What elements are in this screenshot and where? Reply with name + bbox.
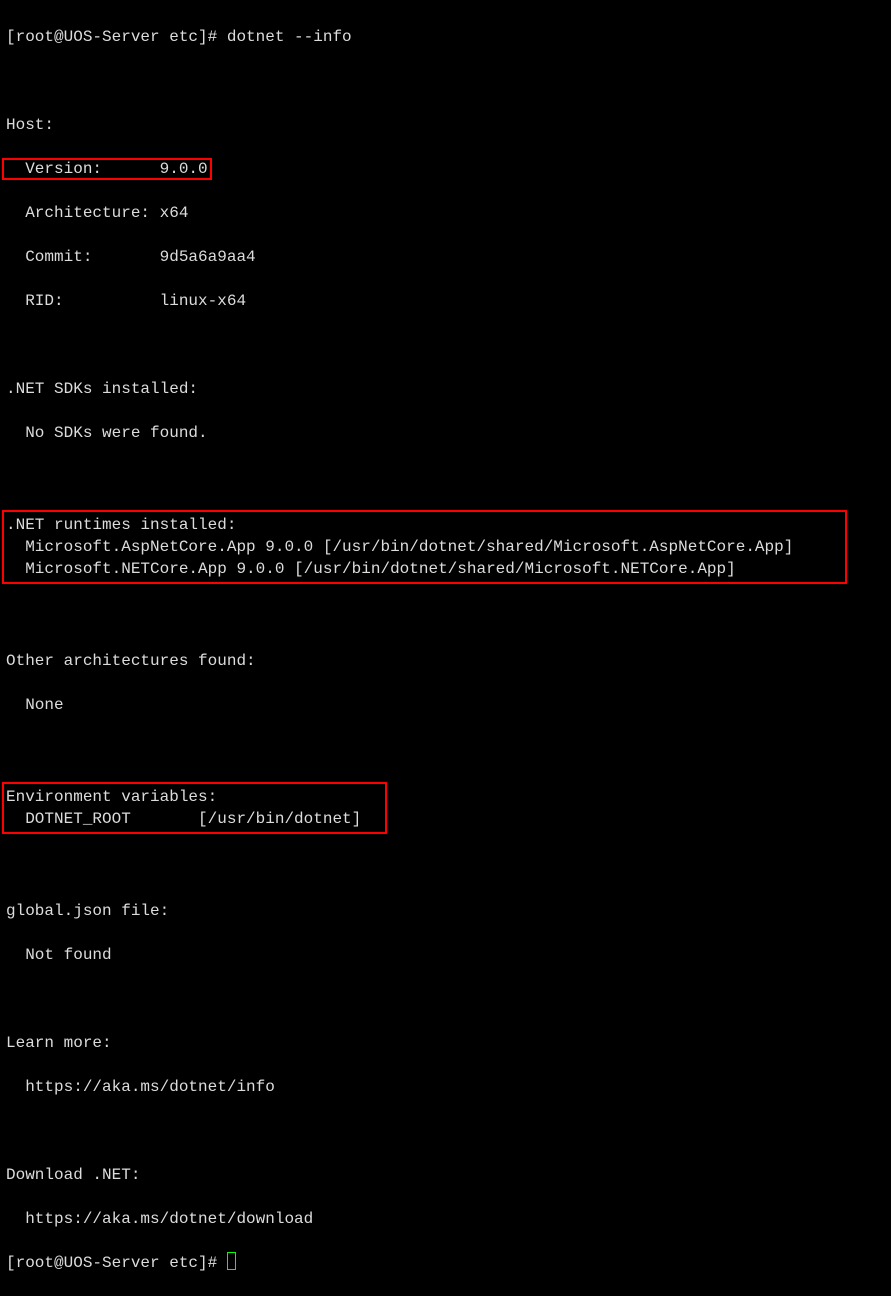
- blank-line: [6, 856, 885, 878]
- host-header: Host:: [6, 114, 885, 136]
- other-arch-header: Other architectures found:: [6, 650, 885, 672]
- prompt-text: [root@UOS-Server etc]#: [6, 1254, 227, 1272]
- global-json-not-found: Not found: [6, 944, 885, 966]
- sdks-header: .NET SDKs installed:: [6, 378, 885, 400]
- host-rid: RID: linux-x64: [6, 290, 885, 312]
- download-header: Download .NET:: [6, 1164, 885, 1186]
- host-version-value: 9.0.0: [160, 160, 208, 178]
- runtime-aspnet: Microsoft.AspNetCore.App 9.0.0 [/usr/bin…: [6, 536, 843, 558]
- cursor-icon: [227, 1252, 236, 1270]
- blank-line: [6, 738, 885, 760]
- prompt-line[interactable]: [root@UOS-Server etc]#: [6, 1252, 885, 1274]
- env-header: Environment variables:: [6, 786, 383, 808]
- env-highlight-box: Environment variables: DOTNET_ROOT [/usr…: [6, 782, 885, 834]
- runtimes-header: .NET runtimes installed:: [6, 514, 843, 536]
- blank-line: [6, 70, 885, 92]
- blank-line: [6, 606, 885, 628]
- other-arch-none: None: [6, 694, 885, 716]
- blank-line: [6, 466, 885, 488]
- host-version-line: Version: 9.0.0: [6, 158, 885, 180]
- host-version-label: Version:: [6, 160, 160, 178]
- learn-more-url: https://aka.ms/dotnet/info: [6, 1076, 885, 1098]
- blank-line: [6, 1120, 885, 1142]
- learn-more-header: Learn more:: [6, 1032, 885, 1054]
- global-json-header: global.json file:: [6, 900, 885, 922]
- terminal-output[interactable]: [root@UOS-Server etc]# dotnet --info Hos…: [6, 4, 885, 1296]
- sdks-none: No SDKs were found.: [6, 422, 885, 444]
- host-commit: Commit: 9d5a6a9aa4: [6, 246, 885, 268]
- command-line: [root@UOS-Server etc]# dotnet --info: [6, 26, 885, 48]
- host-architecture: Architecture: x64: [6, 202, 885, 224]
- env-dotnet-root: DOTNET_ROOT [/usr/bin/dotnet]: [6, 808, 383, 830]
- download-url: https://aka.ms/dotnet/download: [6, 1208, 885, 1230]
- runtimes-highlight-box: .NET runtimes installed: Microsoft.AspNe…: [6, 510, 885, 584]
- version-highlight-box: Version: 9.0.0: [2, 158, 212, 180]
- blank-line: [6, 334, 885, 356]
- runtime-netcore: Microsoft.NETCore.App 9.0.0 [/usr/bin/do…: [6, 558, 843, 580]
- blank-line: [6, 988, 885, 1010]
